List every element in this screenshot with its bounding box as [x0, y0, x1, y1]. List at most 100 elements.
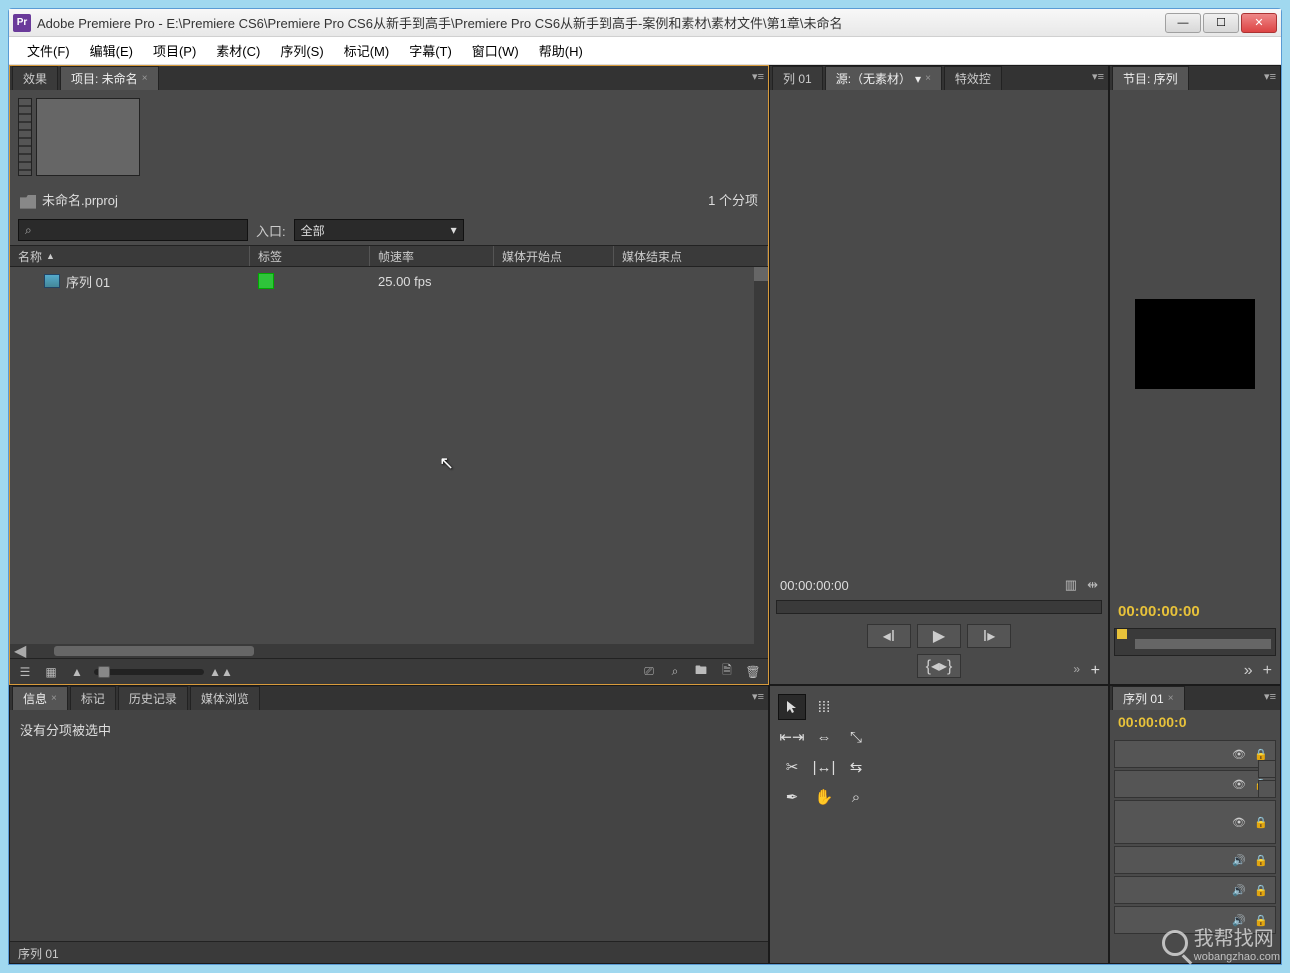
lock-icon[interactable]: 🔒: [1253, 853, 1269, 867]
scrollbar-vertical[interactable]: [754, 267, 768, 644]
menu-sequence[interactable]: 序列(S): [270, 37, 333, 64]
tab-effect-controls[interactable]: 特效控: [944, 66, 1002, 90]
audio-track[interactable]: 🔊🔒: [1114, 876, 1276, 904]
video-track[interactable]: 👁🔒: [1114, 740, 1276, 768]
add-button[interactable]: +: [1263, 662, 1272, 680]
tab-info[interactable]: 信息×: [12, 686, 68, 710]
more-icon[interactable]: »: [1073, 662, 1080, 676]
marker-icon[interactable]: [1258, 780, 1276, 798]
source-timecode[interactable]: 00:00:00:00: [780, 578, 849, 593]
project-list[interactable]: 序列 01 25.00 fps: [10, 267, 768, 644]
menu-marker[interactable]: 标记(M): [334, 37, 400, 64]
tab-program[interactable]: 节目: 序列: [1112, 66, 1189, 90]
lock-icon[interactable]: 🔒: [1253, 883, 1269, 897]
program-monitor[interactable]: [1110, 90, 1280, 597]
hand-tool[interactable]: ✋: [810, 784, 838, 810]
menu-title[interactable]: 字幕(T): [399, 37, 462, 64]
maximize-button[interactable]: ☐: [1203, 13, 1239, 33]
thumb-size-slider[interactable]: [94, 669, 204, 675]
slide-tool[interactable]: ⇆: [842, 754, 870, 780]
snap-icon[interactable]: [1258, 760, 1276, 778]
col-media-end[interactable]: 媒体结束点: [614, 246, 768, 266]
menu-window[interactable]: 窗口(W): [462, 37, 529, 64]
find-icon[interactable]: ⌕: [666, 664, 684, 680]
close-icon[interactable]: ×: [1168, 693, 1174, 704]
pen-tool[interactable]: ✒: [778, 784, 806, 810]
speaker-icon[interactable]: 🔊: [1231, 883, 1247, 897]
panel-menu-icon[interactable]: ▾≡: [752, 70, 764, 83]
tab-history[interactable]: 历史记录: [118, 686, 188, 710]
menu-help[interactable]: 帮助(H): [529, 37, 593, 64]
panel-menu-icon[interactable]: ▾≡: [1264, 70, 1276, 83]
zoom-tool[interactable]: ⌕: [842, 784, 870, 810]
slip-tool[interactable]: |↔|: [810, 754, 838, 780]
program-time-ruler[interactable]: [1114, 628, 1276, 656]
icon-view-icon[interactable]: ▦: [42, 664, 60, 680]
tab-media-browser[interactable]: 媒体浏览: [190, 686, 260, 710]
minimize-button[interactable]: —: [1165, 13, 1201, 33]
fit-icon[interactable]: ▥: [1065, 577, 1077, 593]
close-icon[interactable]: ×: [925, 73, 931, 84]
col-name[interactable]: 名称 ▲: [10, 246, 250, 266]
audio-track[interactable]: 🔊🔒: [1114, 846, 1276, 874]
new-bin-icon[interactable]: 🖿: [692, 664, 710, 680]
eye-icon[interactable]: 👁: [1231, 777, 1247, 791]
close-icon[interactable]: ×: [142, 73, 148, 84]
new-item-icon[interactable]: 🗎: [718, 664, 736, 680]
col-media-start[interactable]: 媒体开始点: [494, 246, 614, 266]
close-button[interactable]: ✕: [1241, 13, 1277, 33]
lock-icon[interactable]: 🔒: [1253, 815, 1269, 829]
delete-icon[interactable]: 🗑: [744, 664, 762, 680]
source-monitor[interactable]: [770, 90, 1108, 574]
tab-project[interactable]: 项目: 未命名×: [60, 66, 159, 90]
menu-project[interactable]: 项目(P): [143, 37, 206, 64]
play-button[interactable]: ▶: [917, 624, 961, 648]
menu-clip[interactable]: 素材(C): [206, 37, 270, 64]
timeline-timecode[interactable]: 00:00:00:0: [1110, 710, 1280, 734]
tab-source[interactable]: 源:（无素材） ▾×: [825, 66, 942, 90]
tab-source-seq[interactable]: 列 01: [772, 66, 823, 90]
tab-marker[interactable]: 标记: [70, 686, 116, 710]
menu-file[interactable]: 文件(F): [17, 37, 80, 64]
video-track[interactable]: 👁🔒: [1114, 770, 1276, 798]
tab-timeline-seq[interactable]: 序列 01×: [1112, 686, 1185, 710]
search-input[interactable]: ⌕: [18, 219, 248, 241]
lock-icon[interactable]: 🔒: [1253, 747, 1269, 761]
ripple-edit-tool[interactable]: ⇤⇥: [778, 724, 806, 750]
project-item-count: 1 个分项: [708, 190, 758, 209]
rate-stretch-tool[interactable]: ⤡: [842, 724, 870, 750]
chevron-down-icon[interactable]: ▾: [915, 72, 921, 86]
razor-tool[interactable]: ✂: [778, 754, 806, 780]
automate-icon[interactable]: ⎚: [640, 664, 658, 680]
track-select-tool[interactable]: ⁞⁞⁞: [810, 694, 838, 720]
wrench-icon[interactable]: ⇹: [1087, 577, 1098, 593]
step-back-button[interactable]: ◂I: [867, 624, 911, 648]
close-icon[interactable]: ×: [51, 693, 57, 704]
col-fps[interactable]: 帧速率: [370, 246, 494, 266]
panel-menu-icon[interactable]: ▾≡: [752, 690, 764, 703]
step-forward-button[interactable]: I▸: [967, 624, 1011, 648]
tab-effects[interactable]: 效果: [12, 66, 58, 90]
panel-menu-icon[interactable]: ▾≡: [1264, 690, 1276, 703]
speaker-icon[interactable]: 🔊: [1231, 853, 1247, 867]
source-time-ruler[interactable]: [776, 600, 1102, 614]
selection-tool[interactable]: [778, 694, 806, 720]
col-label[interactable]: 标签: [250, 246, 370, 266]
menu-edit[interactable]: 编辑(E): [80, 37, 143, 64]
more-icon[interactable]: »: [1244, 662, 1253, 680]
list-view-icon[interactable]: ☰: [16, 664, 34, 680]
rolling-edit-tool[interactable]: ⇔: [810, 724, 838, 750]
panel-menu-icon[interactable]: ▾≡: [1092, 70, 1104, 83]
eye-icon[interactable]: 👁: [1231, 747, 1247, 761]
list-item[interactable]: 序列 01 25.00 fps: [10, 267, 768, 295]
program-timecode[interactable]: 00:00:00:00: [1110, 597, 1280, 626]
add-button[interactable]: +: [1091, 662, 1100, 680]
inlet-select[interactable]: 全部 ▾: [294, 219, 464, 241]
playhead-icon[interactable]: [1117, 629, 1127, 639]
insert-button[interactable]: {◂▸}: [917, 654, 961, 678]
thumb-size-down-icon[interactable]: ▲: [68, 664, 86, 680]
thumb-size-up-icon[interactable]: ▲▲: [212, 664, 230, 680]
scrollbar-horizontal[interactable]: ◀: [10, 644, 768, 658]
video-track[interactable]: 👁🔒: [1114, 800, 1276, 844]
eye-icon[interactable]: 👁: [1231, 815, 1247, 829]
